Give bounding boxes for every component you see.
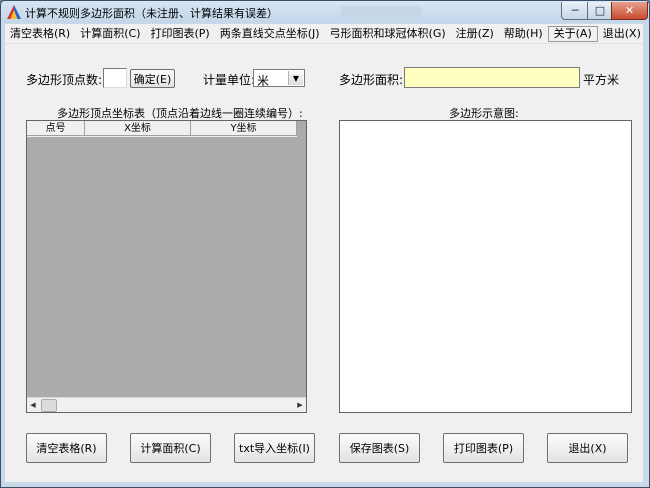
polygon-preview-canvas [339,120,632,413]
vertex-count-input[interactable] [103,68,127,88]
arrow-left-icon[interactable]: ◀ [27,399,39,411]
calculate-area-button[interactable]: 计算面积(C) [130,433,211,463]
area-label: 多边形面积: [339,73,404,87]
menu-about[interactable]: 关于(A) [547,25,598,42]
triangle-app-icon [6,4,22,20]
arrow-right-icon[interactable]: ▶ [294,399,306,411]
menu-exit[interactable]: 退出(X) [598,26,646,42]
menu-print-chart[interactable]: 打印图表(P) [146,26,215,42]
title-bar[interactable]: 计算不规则多边形面积（未注册、计算结果有误差） ─ □ ✕ [1,1,649,23]
column-header-y: Y坐标 [191,121,297,136]
menu-register[interactable]: 注册(Z) [451,26,499,42]
client-area: 多边形顶点数: 确定(E) 计量单位: 米 ▼ 多边形面积: 平方米 多边形顶点… [5,43,643,482]
import-txt-button[interactable]: txt导入坐标(I) [234,433,315,463]
menu-arc-area[interactable]: 弓形面积和球冠体积(G) [325,26,451,42]
menu-clear-table[interactable]: 清空表格(R) [5,26,75,42]
menu-help[interactable]: 帮助(H) [499,26,548,42]
maximize-button[interactable]: □ [587,2,613,20]
minimize-button[interactable]: ─ [561,2,589,20]
area-unit-label: 平方米 [583,73,620,87]
column-header-point: 点号 [27,121,85,136]
blurred-region [341,6,421,17]
scroll-thumb[interactable] [41,399,57,412]
horizontal-scrollbar[interactable]: ◀ ▶ [27,397,306,412]
main-window: 计算不规则多边形面积（未注册、计算结果有误差） ─ □ ✕ 清空表格(R) 计算… [0,0,650,488]
unit-label: 计量单位: [203,73,256,87]
unit-value: 米 [257,74,270,88]
column-header-x: X坐标 [85,121,191,136]
vertex-count-label: 多边形顶点数: [26,73,103,87]
print-chart-button[interactable]: 打印图表(P) [443,433,524,463]
area-output-field [404,67,580,88]
coordinate-table[interactable]: 点号 X坐标 Y坐标 ◀ ▶ [26,120,307,413]
window-title: 计算不规则多边形面积（未注册、计算结果有误差） [25,7,278,20]
menu-line-intersection[interactable]: 两条直线交点坐标(J) [215,26,325,42]
table-caption: 多边形顶点坐标表（顶点沿着边线一圈连续编号）: [57,107,303,120]
menu-bar: 清空表格(R) 计算面积(C) 打印图表(P) 两条直线交点坐标(J) 弓形面积… [5,24,643,43]
exit-button[interactable]: 退出(X) [547,433,628,463]
clear-table-button[interactable]: 清空表格(R) [26,433,107,463]
table-header: 点号 X坐标 Y坐标 [27,121,297,137]
unit-select[interactable]: 米 ▼ [253,69,305,88]
confirm-button[interactable]: 确定(E) [130,69,175,88]
chevron-down-icon[interactable]: ▼ [288,71,303,85]
save-chart-button[interactable]: 保存图表(S) [339,433,420,463]
close-button[interactable]: ✕ [611,2,648,20]
menu-calculate-area[interactable]: 计算面积(C) [75,26,145,42]
preview-caption: 多边形示意图: [449,107,519,120]
